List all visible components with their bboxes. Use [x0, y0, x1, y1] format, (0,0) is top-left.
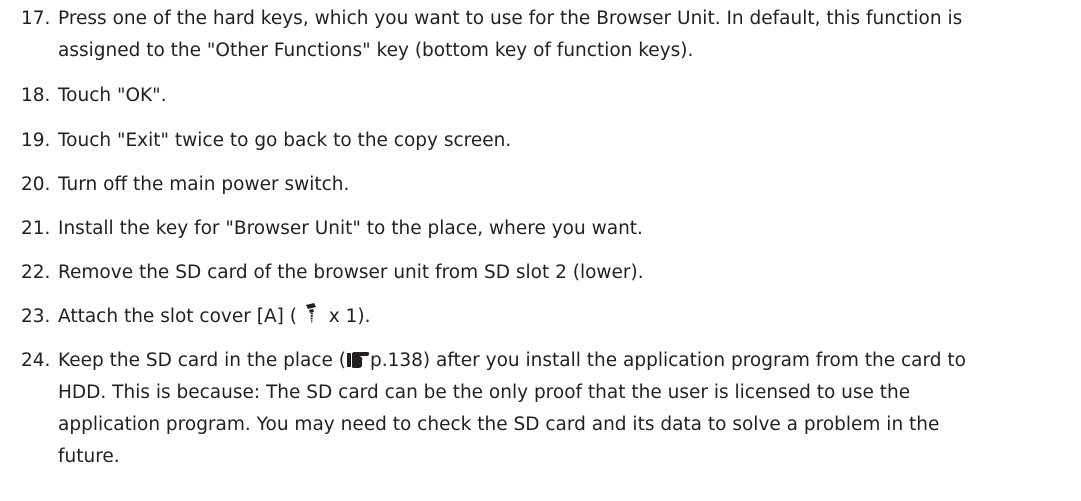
- step-text: Attach the slot cover [A] ( x 1).: [58, 301, 1068, 333]
- step-text-line: assigned to the "Other Functions" key (b…: [58, 40, 694, 61]
- step-text: Install the key for "Browser Unit" to th…: [58, 218, 643, 239]
- step-text: Keep the SD card in the place ( p.138) af…: [58, 345, 1068, 473]
- step-text-line: Keep the SD card in the place ( p.138) af…: [58, 345, 1068, 377]
- step-number: 20.: [21, 174, 51, 195]
- step-text-after: ) after you install the application prog…: [422, 350, 966, 371]
- step-text: Turn off the main power switch.: [58, 174, 350, 195]
- step-number: 19.: [21, 130, 51, 151]
- step-text: Remove the SD card of the browser unit f…: [58, 262, 644, 283]
- step-text-line: HDD. This is because: The SD card can be…: [58, 382, 911, 403]
- page-reference-link[interactable]: p.138: [370, 350, 423, 371]
- screw-icon: [301, 303, 321, 325]
- step-number: 24.: [21, 350, 51, 371]
- step-number: 23.: [21, 306, 51, 327]
- step-text-before: Keep the SD card in the place (: [58, 350, 346, 371]
- step-text-line: Press one of the hard keys, which you wa…: [58, 8, 963, 29]
- step-text: Touch "OK".: [58, 85, 167, 106]
- step-number: 17.: [21, 8, 51, 29]
- list-item: 17. Press one of the hard keys, which yo…: [0, 3, 1081, 67]
- step-text-line: future.: [58, 446, 120, 467]
- step-text: Press one of the hard keys, which you wa…: [58, 3, 1068, 67]
- pointing-hand-icon: [346, 348, 369, 368]
- step-text-before: Attach the slot cover [A] (: [58, 306, 297, 327]
- step-text-after: x 1).: [322, 306, 371, 327]
- step-text: Touch "Exit" twice to go back to the cop…: [58, 130, 512, 151]
- step-text-line: application program. You may need to che…: [58, 414, 940, 435]
- step-number: 18.: [21, 85, 51, 106]
- list-item: 24. Keep the SD card in the place ( p.138…: [0, 345, 1081, 473]
- step-number: 22.: [21, 262, 51, 283]
- step-number: 21.: [21, 218, 51, 239]
